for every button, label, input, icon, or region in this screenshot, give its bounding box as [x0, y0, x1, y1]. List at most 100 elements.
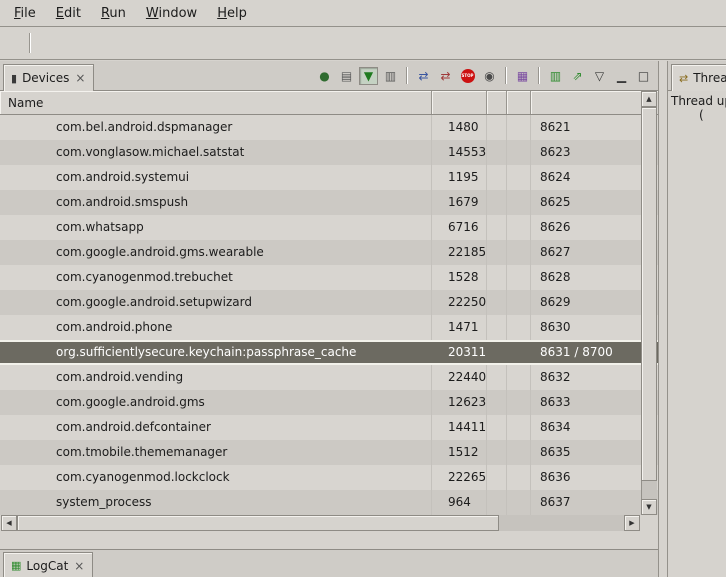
devices-view: ▮ Devices × ●▤▼▥⇄⇄STOP◉▦▥⇗▽▁□ Name com.b… [0, 61, 659, 577]
column-header-port[interactable] [531, 91, 658, 114]
process-port-cell: 8637 [531, 490, 658, 515]
scroll-left-button[interactable]: ◀ [1, 515, 17, 531]
process-col3-cell [487, 390, 507, 415]
dump-hprof-icon[interactable]: ▼ [359, 67, 378, 85]
tab-devices-close-button[interactable]: × [74, 72, 86, 84]
horizontal-scroll-thumb[interactable] [17, 515, 499, 531]
method-profiling-icon[interactable]: ⇗ [568, 67, 587, 85]
menu-item-file[interactable]: File [4, 3, 46, 24]
process-port-cell: 8627 [531, 240, 658, 265]
stop-thread-updates-icon[interactable]: ⇄ [436, 67, 455, 85]
process-table-header: Name [0, 91, 658, 115]
toolbar-separator [505, 67, 507, 84]
process-col4-cell [507, 215, 531, 240]
process-col4-cell [507, 140, 531, 165]
column-header-name[interactable]: Name [0, 91, 432, 114]
devices-view-toolbar: ●▤▼▥⇄⇄STOP◉▦▥⇗▽▁□ [315, 67, 658, 85]
tab-logcat-close-button[interactable]: × [73, 560, 85, 572]
scroll-right-button[interactable]: ▶ [624, 515, 640, 531]
tab-devices[interactable]: ▮ Devices × [3, 64, 94, 91]
process-port-cell: 8636 [531, 465, 658, 490]
heap-updates-enabled-icon[interactable]: ▥ [546, 67, 565, 85]
toolbar-separator [538, 67, 540, 84]
tab-threads-label: Threa [693, 71, 726, 85]
process-pid-cell: 1679 [432, 190, 487, 215]
process-port-cell: 8626 [531, 215, 658, 240]
table-row[interactable]: com.google.android.setupwizard222508629 [0, 290, 658, 315]
table-row[interactable]: com.bel.android.dspmanager14808621 [0, 115, 658, 140]
table-row[interactable]: com.whatsapp67168626 [0, 215, 658, 240]
table-row[interactable]: com.google.android.gms.wearable22185 8627 [0, 240, 658, 265]
scroll-up-button[interactable]: ▲ [641, 91, 657, 107]
process-col4-cell [507, 342, 531, 363]
process-col4-cell [507, 315, 531, 340]
process-pid-cell: 12623 [432, 390, 487, 415]
process-name-cell: com.google.android.gms.wearable [0, 240, 432, 265]
column-header-col4[interactable] [507, 91, 531, 114]
tab-logcat-label: LogCat [26, 559, 68, 573]
menu-item-edit[interactable]: Edit [46, 3, 91, 24]
process-pid-cell: 22265 [432, 465, 487, 490]
scroll-down-button[interactable]: ▼ [641, 499, 657, 515]
column-header-pid[interactable] [432, 91, 487, 114]
process-col3-cell [487, 490, 507, 515]
table-row[interactable]: com.android.phone1471 8630 [0, 315, 658, 340]
process-pid-cell: 6716 [432, 215, 487, 240]
logcat-tab-bar: ▦ LogCat × [0, 549, 658, 577]
table-row[interactable]: com.vonglasow.michael.satstat145538623 [0, 140, 658, 165]
table-row[interactable]: com.android.vending224408632 [0, 365, 658, 390]
menu-item-help[interactable]: Help [207, 3, 257, 24]
stop-process-icon[interactable]: STOP [458, 67, 477, 85]
screen-capture-icon[interactable]: ◉ [480, 67, 499, 85]
process-pid-cell: 964 [432, 490, 487, 515]
process-name-cell: system_process [0, 490, 432, 515]
update-threads-icon[interactable]: ⇄ [414, 67, 433, 85]
maximize-icon[interactable]: □ [634, 67, 653, 85]
vertical-scroll-thumb[interactable] [641, 107, 657, 481]
table-row[interactable]: com.android.systemui11958624 [0, 165, 658, 190]
process-port-cell: 8633 [531, 390, 658, 415]
devices-tab-icon: ▮ [11, 73, 17, 84]
table-row[interactable]: com.android.defcontainer144118634 [0, 415, 658, 440]
process-name-cell: com.cyanogenmod.trebuchet [0, 265, 432, 290]
toolbar-separator [406, 67, 408, 84]
devices-tab-bar: ▮ Devices × ●▤▼▥⇄⇄STOP◉▦▥⇗▽▁□ [0, 61, 658, 91]
system-info-icon[interactable]: ▦ [513, 67, 532, 85]
process-col4-cell [507, 440, 531, 465]
view-menu-icon[interactable]: ▽ [590, 67, 609, 85]
process-pid-cell: 22185 [432, 240, 487, 265]
process-col3-cell [487, 342, 507, 363]
table-row[interactable]: org.sufficientlysecure.keychain:passphra… [0, 340, 658, 365]
cause-gc-icon[interactable]: ▥ [381, 67, 400, 85]
tab-logcat[interactable]: ▦ LogCat × [3, 552, 93, 577]
menu-item-window[interactable]: Window [136, 3, 207, 24]
table-row[interactable]: com.cyanogenmod.lockclock222658636 [0, 465, 658, 490]
horizontal-scrollbar[interactable]: ◀ ▶ [1, 515, 640, 531]
tab-devices-label: Devices [22, 71, 69, 85]
process-pid-cell: 1528 [432, 265, 487, 290]
column-header-col3[interactable] [487, 91, 507, 114]
process-col4-cell [507, 465, 531, 490]
process-pid-cell: 1195 [432, 165, 487, 190]
process-port-cell: 8630 [531, 315, 658, 340]
update-heap-icon[interactable]: ▤ [337, 67, 356, 85]
table-row[interactable]: com.google.android.gms126238633 [0, 390, 658, 415]
process-col3-cell [487, 190, 507, 215]
process-name-cell: com.android.phone [0, 315, 432, 340]
threads-message: Thread up ( [668, 91, 726, 125]
vertical-scrollbar[interactable]: ▲ ▼ [641, 91, 657, 515]
panel-sash[interactable] [659, 61, 667, 577]
table-row[interactable]: com.cyanogenmod.trebuchet15288628 [0, 265, 658, 290]
debug-process-icon[interactable]: ● [315, 67, 334, 85]
menu-item-run[interactable]: Run [91, 3, 136, 24]
table-row[interactable]: system_process964 8637 [0, 490, 658, 515]
process-pid-cell: 1471 [432, 315, 487, 340]
table-row[interactable]: com.tmobile.thememanager15128635 [0, 440, 658, 465]
logcat-tab-icon: ▦ [11, 560, 21, 571]
process-port-cell: 8624 [531, 165, 658, 190]
tab-threads[interactable]: ⇄ Threa [671, 64, 726, 91]
table-row[interactable]: com.android.smspush16798625 [0, 190, 658, 215]
process-name-cell: com.android.smspush [0, 190, 432, 215]
minimize-icon[interactable]: ▁ [612, 67, 631, 85]
process-name-cell: com.bel.android.dspmanager [0, 115, 432, 140]
